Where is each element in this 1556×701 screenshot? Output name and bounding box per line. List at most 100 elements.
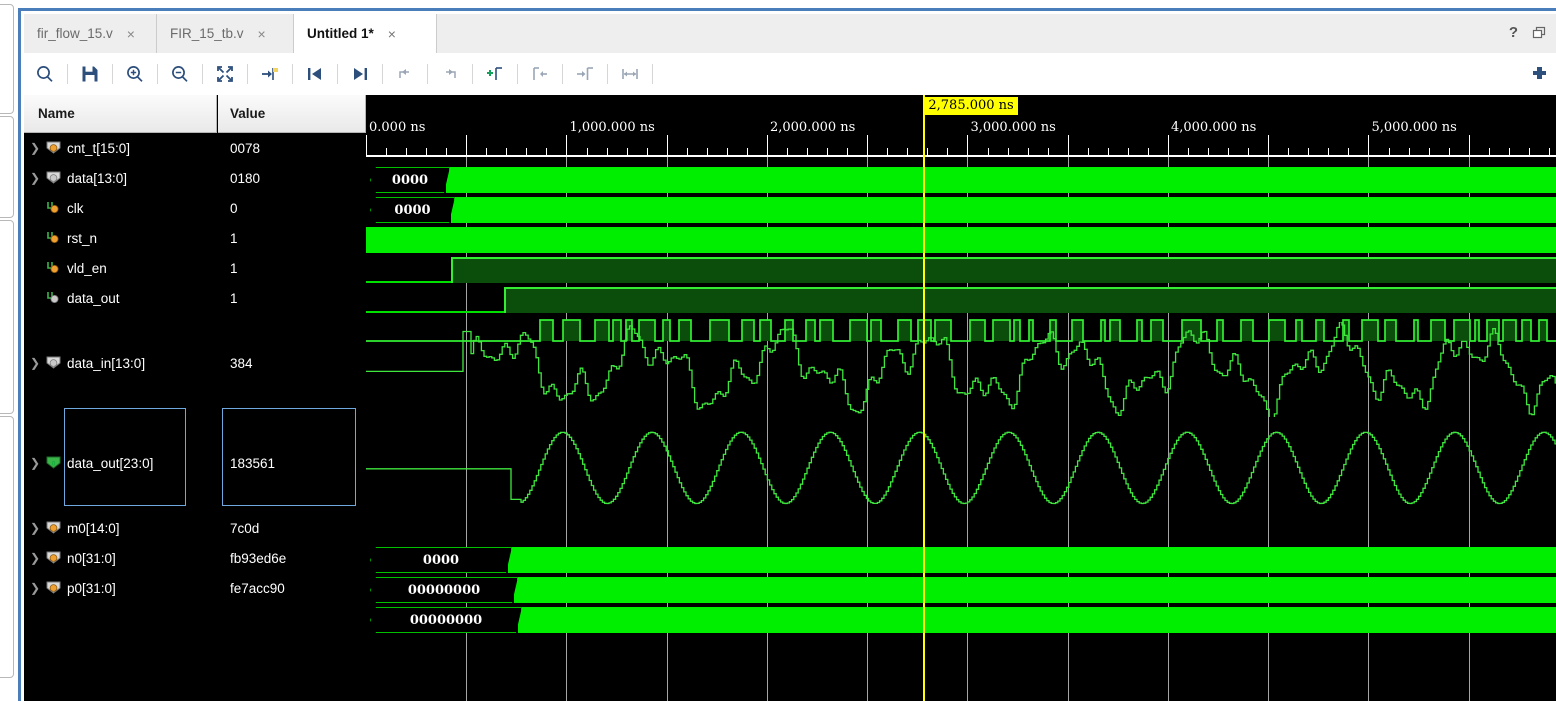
left-panel-strip xyxy=(0,0,18,701)
ruler-minor-tick xyxy=(1047,148,1049,155)
ruler-major-tick xyxy=(1468,135,1470,155)
ruler-minor-tick xyxy=(927,148,929,155)
ruler-minor-tick xyxy=(827,148,829,155)
expand-chevron-icon[interactable]: ❯ xyxy=(30,522,44,534)
signal-name-label: clk xyxy=(67,200,84,216)
signal-name-label: rst_n xyxy=(67,230,98,246)
ruler-major-tick xyxy=(566,135,568,155)
previous-marker-icon[interactable] xyxy=(390,59,420,89)
signal-value-data-out: 1 xyxy=(230,290,238,306)
expand-chevron-icon[interactable]: ❯ xyxy=(30,292,44,304)
tab-fir-flow-15[interactable]: fir_flow_15.v × xyxy=(24,14,157,53)
expand-chevron-icon[interactable]: ❯ xyxy=(30,202,44,214)
left-panel-fragment xyxy=(0,416,14,678)
waveform-canvas[interactable]: 0.000 ns 1,000.000 ns 2,000.000 ns 3,000.00… xyxy=(366,95,1556,701)
next-transition-icon[interactable] xyxy=(345,59,375,89)
signal-row-p0310[interactable]: ❯ p0[31:0] xyxy=(24,573,217,603)
bus-value-region xyxy=(518,607,1556,633)
zoom-out-icon[interactable] xyxy=(165,59,195,89)
expand-chevron-icon[interactable]: ❯ xyxy=(30,172,44,184)
expand-chevron-icon[interactable]: ❯ xyxy=(30,552,44,564)
tab-close-icon[interactable]: × xyxy=(258,27,266,41)
add-marker-icon[interactable] xyxy=(480,59,510,89)
signal-name-label: cnt_t[15:0] xyxy=(67,140,131,156)
expand-chevron-icon[interactable]: ❯ xyxy=(30,142,44,154)
signal-name-label: data_in[13:0] xyxy=(67,355,146,371)
wave-level-vld-en xyxy=(366,287,1556,313)
ruler-minor-tick xyxy=(1127,148,1129,155)
ruler-minor-tick xyxy=(947,148,949,155)
move-marker-right-icon[interactable] xyxy=(570,59,600,89)
expand-chevron-icon[interactable]: ❯ xyxy=(30,357,44,369)
time-cursor[interactable] xyxy=(923,95,926,701)
next-marker-icon[interactable] xyxy=(435,59,465,89)
signal-row-data-out[interactable]: ❯ data_out xyxy=(24,283,217,313)
bus-value-region xyxy=(514,577,1556,603)
toolbar-separator xyxy=(382,64,383,84)
save-icon[interactable] xyxy=(75,59,105,89)
signal-row-cnt-t150[interactable]: ❯ cnt_t[15:0] xyxy=(24,133,217,163)
zoom-in-icon[interactable] xyxy=(120,59,150,89)
ruler-minor-tick xyxy=(586,148,588,155)
wave-bus-m0140: 0000 xyxy=(366,547,1556,573)
toolbar-separator xyxy=(472,64,473,84)
signal-name-label: m0[14:0] xyxy=(67,520,120,536)
signal-value-n0310: fb93ed6e xyxy=(230,550,287,566)
analog-trace xyxy=(366,322,1556,417)
high-level-segment xyxy=(504,287,1556,313)
toolbar-overflow-icon[interactable] xyxy=(1530,59,1554,87)
signal-value-data130: 0180 xyxy=(230,170,261,186)
signal-type-icon xyxy=(46,581,61,594)
expand-chevron-icon[interactable]: ❯ xyxy=(30,582,44,594)
tab-close-icon[interactable]: × xyxy=(388,27,396,41)
signal-row-data-out230[interactable]: ❯ 0 data_out[23:0] xyxy=(24,448,217,478)
expand-chevron-icon[interactable]: ❯ xyxy=(30,262,44,274)
name-column-header: Name xyxy=(24,95,217,133)
restore-window-icon[interactable] xyxy=(1532,26,1546,40)
tab-close-icon[interactable]: × xyxy=(127,27,135,41)
wave-clock-clk xyxy=(366,227,1556,253)
ruler-minor-tick xyxy=(746,148,748,155)
ruler-minor-tick xyxy=(1548,148,1550,155)
signal-type-icon xyxy=(46,356,61,369)
ruler-minor-tick xyxy=(987,148,989,155)
expand-chevron-icon[interactable]: ❯ xyxy=(30,232,44,244)
value-column: Value 0078 0180 0 1 1 1 384 183561 7c0d fb93ed6e f… xyxy=(217,95,366,701)
search-icon[interactable] xyxy=(30,59,60,89)
ruler-minor-tick xyxy=(1528,148,1530,155)
signal-type-icon xyxy=(47,232,59,243)
ruler-minor-tick xyxy=(486,148,488,155)
signal-type-icon xyxy=(47,202,59,213)
signal-row-n0310[interactable]: ❯ n0[31:0] xyxy=(24,543,217,573)
signal-type-icon xyxy=(46,141,61,154)
help-icon[interactable]: ? xyxy=(1509,25,1518,40)
measure-icon[interactable] xyxy=(615,59,645,89)
toolbar-separator xyxy=(292,64,293,84)
cursor-time-label: 2,785.000 ns xyxy=(925,97,1018,115)
signal-row-rst-n[interactable]: ❯ rst_n xyxy=(24,223,217,253)
ruler-major-tick xyxy=(967,135,969,155)
signal-value-data-in130: 384 xyxy=(230,355,253,371)
ruler-label: 1,000.000 ns xyxy=(569,120,655,135)
ruler-minor-tick xyxy=(807,148,809,155)
ruler-minor-tick xyxy=(1428,148,1430,155)
signal-row-vld-en[interactable]: ❯ vld_en xyxy=(24,253,217,283)
previous-transition-icon[interactable] xyxy=(300,59,330,89)
ruler-label: 0.000 ns xyxy=(369,120,426,135)
low-level-segment xyxy=(366,311,504,313)
ruler-minor-tick xyxy=(787,148,789,155)
goto-time-icon[interactable] xyxy=(255,59,285,89)
tab-untitled-1[interactable]: Untitled 1* × xyxy=(294,14,437,53)
signal-value-rst-n: 1 xyxy=(230,230,238,246)
ruler-minor-tick xyxy=(1328,148,1330,155)
signal-row-m0140[interactable]: ❯ m0[14:0] xyxy=(24,513,217,543)
signal-row-data130[interactable]: ❯ data[13:0] xyxy=(24,163,217,193)
ruler-minor-tick xyxy=(1388,148,1390,155)
signal-row-clk[interactable]: ❯ clk xyxy=(24,193,217,223)
signal-row-data-in130[interactable]: ❯ data_in[13:0] xyxy=(24,348,217,378)
ruler-minor-tick xyxy=(1107,148,1109,155)
zoom-fit-icon[interactable] xyxy=(210,59,240,89)
tab-fir-15-tb[interactable]: FIR_15_tb.v × xyxy=(157,14,294,53)
expand-chevron-icon[interactable]: ❯ xyxy=(30,457,44,469)
move-marker-left-icon[interactable] xyxy=(525,59,555,89)
